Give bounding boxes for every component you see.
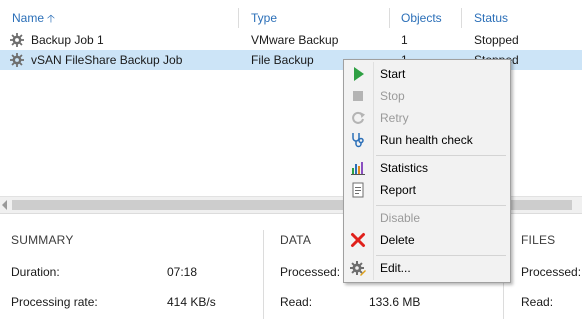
job-objects: 1 <box>401 33 408 47</box>
retry-icon <box>352 111 365 124</box>
column-header-name-label: Name <box>12 11 45 25</box>
section-divider <box>263 230 264 319</box>
sort-ascending-icon: 🡡 <box>47 13 55 25</box>
column-header-objects[interactable]: Objects <box>401 10 442 26</box>
delete-x-icon <box>351 233 365 247</box>
data-read-value: 133.6 MB <box>369 295 421 309</box>
summary-section-title: SUMMARY <box>11 233 74 247</box>
files-read-label: Read: <box>521 295 554 309</box>
report-icon <box>352 182 364 198</box>
job-name: vSAN FileShare Backup Job <box>31 53 183 67</box>
menu-item-start[interactable]: Start <box>346 63 508 85</box>
column-header-name[interactable]: Name 🡡 <box>12 10 55 26</box>
data-processed-label: Processed: <box>280 265 341 279</box>
menu-item-label: Stop <box>380 89 405 103</box>
menu-item-delete[interactable]: Delete <box>346 229 508 251</box>
column-divider[interactable] <box>238 8 239 28</box>
menu-item-label: Retry <box>380 111 409 125</box>
edit-gear-icon <box>350 261 366 276</box>
processing-rate-value: 414 KB/s <box>167 295 216 309</box>
column-divider[interactable] <box>461 8 462 28</box>
menu-item-report[interactable]: Report <box>346 179 508 201</box>
statistics-icon <box>351 162 365 175</box>
menu-separator <box>376 255 506 256</box>
scroll-left-arrow-icon[interactable] <box>2 200 7 210</box>
menu-item-disable[interactable]: Disable <box>346 207 508 229</box>
job-status: Stopped <box>474 33 519 47</box>
menu-item-retry[interactable]: Retry <box>346 107 508 129</box>
menu-item-stop[interactable]: Stop <box>346 85 508 107</box>
job-list-header: Name 🡡 Type Objects Status <box>0 0 582 32</box>
data-section-title: DATA <box>280 233 312 247</box>
menu-item-label: Statistics <box>380 161 429 175</box>
job-gear-icon <box>10 33 24 47</box>
job-context-menu: Start Stop Retry Run health check Statis… <box>343 59 511 283</box>
job-gear-icon <box>10 53 24 67</box>
duration-label: Duration: <box>11 265 60 279</box>
processing-rate-label: Processing rate: <box>11 295 98 309</box>
stethoscope-icon <box>352 133 364 148</box>
play-icon <box>354 67 364 81</box>
column-divider[interactable] <box>389 8 390 28</box>
column-header-status[interactable]: Status <box>474 10 508 26</box>
menu-item-label: Report <box>380 183 417 197</box>
data-read-label: Read: <box>280 295 313 309</box>
menu-item-statistics[interactable]: Statistics <box>346 157 508 179</box>
job-type: File Backup <box>251 53 314 67</box>
duration-value: 07:18 <box>167 265 198 279</box>
column-header-type[interactable]: Type <box>251 10 277 26</box>
menu-item-run-health-check[interactable]: Run health check <box>346 129 508 151</box>
files-section-title: FILES <box>521 233 556 247</box>
menu-separator <box>376 155 506 156</box>
stop-icon <box>353 91 363 101</box>
menu-item-edit[interactable]: Edit... <box>346 257 508 279</box>
menu-item-label: Delete <box>380 233 415 247</box>
menu-item-label: Edit... <box>380 261 411 275</box>
table-row[interactable]: Backup Job 1 VMware Backup 1 Stopped <box>0 30 582 50</box>
files-processed-label: Processed: <box>521 265 582 279</box>
menu-item-label: Disable <box>380 211 421 225</box>
menu-item-label: Run health check <box>380 133 473 147</box>
menu-item-label: Start <box>380 67 406 81</box>
job-name: Backup Job 1 <box>31 33 104 47</box>
menu-separator <box>376 205 506 206</box>
job-type: VMware Backup <box>251 33 339 47</box>
